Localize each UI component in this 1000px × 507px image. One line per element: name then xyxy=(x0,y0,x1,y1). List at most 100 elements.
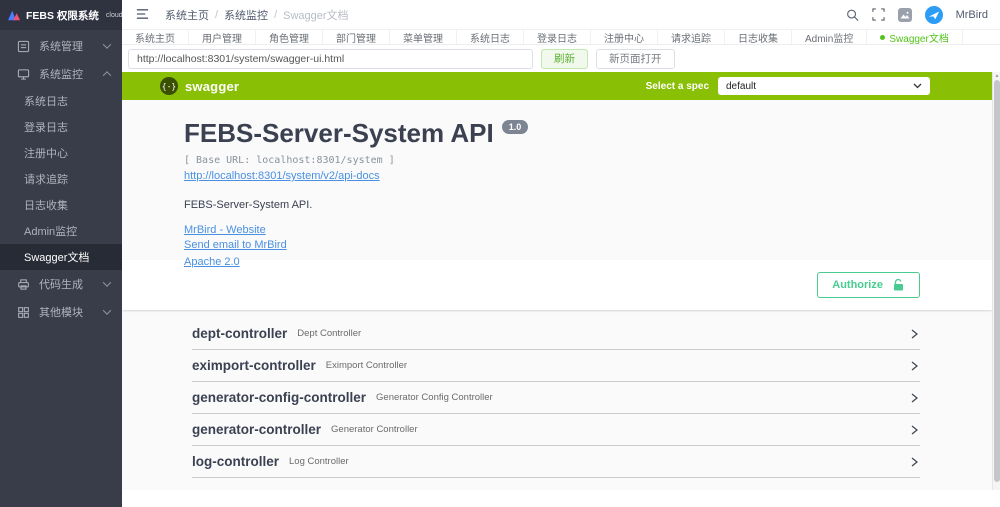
spec-select[interactable]: default xyxy=(718,77,930,95)
tab-login-log[interactable]: 登录日志 xyxy=(524,30,591,45)
expand-chevron-icon[interactable] xyxy=(908,456,920,468)
expand-chevron-icon[interactable] xyxy=(908,328,920,340)
expand-chevron-icon[interactable] xyxy=(908,424,920,436)
tab-label: 日志收集 xyxy=(738,33,778,45)
breadcrumb-monitor[interactable]: 系统监控 xyxy=(224,7,268,23)
controller-row-generator-config[interactable]: generator-config-controller Generator Co… xyxy=(192,382,920,414)
tab-label: 注册中心 xyxy=(604,33,644,45)
user-avatar[interactable] xyxy=(924,5,943,24)
controller-desc: Eximport Controller xyxy=(325,360,408,371)
api-description: FEBS-Server-System API. xyxy=(184,199,313,211)
sidebar-item-login-log[interactable]: 登录日志 xyxy=(0,114,122,140)
spec-selector: Select a spec default xyxy=(646,77,930,95)
sidebar-item-system-monitor[interactable]: 系统监控 xyxy=(0,60,122,88)
website-link[interactable]: MrBird - Website xyxy=(184,224,266,236)
tab-registry[interactable]: 注册中心 xyxy=(591,30,658,45)
tab-label: Admin监控 xyxy=(805,33,854,45)
unlock-icon xyxy=(894,278,903,291)
controller-row-dept[interactable]: dept-controller Dept Controller xyxy=(192,318,920,350)
sidebar-item-log-collect[interactable]: 日志收集 xyxy=(0,192,122,218)
authorize-button[interactable]: Authorize xyxy=(817,272,920,298)
api-title: FEBS-Server-System API xyxy=(184,118,494,148)
modules-icon xyxy=(17,306,30,319)
license-link[interactable]: Apache 2.0 xyxy=(184,256,240,268)
tab-role-manage[interactable]: 角色管理 xyxy=(256,30,323,45)
expand-chevron-icon[interactable] xyxy=(908,360,920,372)
refresh-button[interactable]: 刷新 xyxy=(541,48,588,69)
sidebar-item-label: 系统监控 xyxy=(39,69,83,81)
fullscreen-icon[interactable] xyxy=(871,8,885,21)
tab-admin-monitor[interactable]: Admin监控 xyxy=(792,30,868,45)
scroll-up-icon[interactable]: ▲ xyxy=(994,73,1000,79)
sidebar-item-code-generate[interactable]: 代码生成 xyxy=(0,270,122,298)
swagger-logo: {-} swagger xyxy=(160,77,239,95)
tab-user-manage[interactable]: 用户管理 xyxy=(189,30,256,45)
sidebar-item-system-log[interactable]: 系统日志 xyxy=(0,88,122,114)
scheme-container: Authorize xyxy=(122,260,992,310)
open-new-page-button[interactable]: 新页面打开 xyxy=(596,48,675,69)
chevron-down-icon xyxy=(102,40,112,49)
expand-chevron-icon[interactable] xyxy=(908,392,920,404)
sidebar-item-label: 代码生成 xyxy=(39,279,83,291)
theme-icon[interactable] xyxy=(897,7,912,22)
sidebar-item-other-modules[interactable]: 其他模块 xyxy=(0,298,122,326)
tab-swagger-doc[interactable]: Swagger文档 xyxy=(867,30,963,45)
sidebar-item-system-manage[interactable]: 系统管理 xyxy=(0,32,122,60)
url-input[interactable] xyxy=(128,48,533,69)
sidebar-menu: 系统管理 系统监控 系统日志 登录日志 注册中心 请求追踪 日志收集 Admin… xyxy=(0,30,122,326)
tab-home[interactable]: 系统主页 xyxy=(122,30,189,45)
controller-name: generator-config-controller xyxy=(192,390,367,405)
iframe-scrollbar[interactable]: ▲ xyxy=(992,72,1000,490)
app-logo[interactable]: FEBS 权限系统 cloud xyxy=(0,0,123,30)
form-icon xyxy=(17,40,30,53)
tab-system-log[interactable]: 系统日志 xyxy=(457,30,524,45)
sidebar-item-swagger-doc[interactable]: Swagger文档 xyxy=(0,244,122,270)
app-title-suffix: cloud xyxy=(105,11,123,19)
breadcrumb-current: Swagger文档 xyxy=(283,9,349,22)
sidebar-subitem-label: 系统日志 xyxy=(24,96,68,108)
tab-label: 菜单管理 xyxy=(403,33,443,45)
controller-name: generator-controller xyxy=(192,422,322,437)
sidebar-subitem-label: Admin监控 xyxy=(24,226,78,238)
sidebar-item-request-trace[interactable]: 请求追踪 xyxy=(0,166,122,192)
controller-desc: Generator Config Controller xyxy=(376,392,493,403)
api-info-section: FEBS-Server-System API 1.0 [ Base URL: l… xyxy=(122,100,992,268)
search-icon[interactable] xyxy=(846,8,859,21)
tab-label: 系统主页 xyxy=(135,33,175,45)
tab-label: 请求追踪 xyxy=(671,33,711,45)
controller-row-eximport[interactable]: eximport-controller Eximport Controller xyxy=(192,350,920,382)
controller-row-log[interactable]: log-controller Log Controller xyxy=(192,446,920,478)
swagger-topbar: {-} swagger Select a spec default xyxy=(122,72,992,100)
sidebar-item-registry[interactable]: 注册中心 xyxy=(0,140,122,166)
tab-log-collect[interactable]: 日志收集 xyxy=(725,30,792,45)
tab-label: 用户管理 xyxy=(202,33,242,45)
controller-row-generator[interactable]: generator-controller Generator Controlle… xyxy=(192,414,920,446)
tab-label: 登录日志 xyxy=(537,33,577,45)
sidebar: FEBS 权限系统 cloud 系统管理 系统监控 系统日志 登录日志 注册中心… xyxy=(0,0,123,507)
api-title-row: FEBS-Server-System API 1.0 xyxy=(184,118,930,149)
username[interactable]: MrBird xyxy=(956,9,988,21)
tab-label: 部门管理 xyxy=(336,33,376,45)
breadcrumb: 系统主页 / 系统监控 / Swagger文档 xyxy=(165,7,349,23)
scrollbar-thumb[interactable] xyxy=(994,80,1000,482)
base-url: [ Base URL: localhost:8301/system ] xyxy=(184,155,395,166)
chevron-down-icon xyxy=(102,278,112,287)
sidebar-item-admin-monitor[interactable]: Admin监控 xyxy=(0,218,122,244)
breadcrumb-home[interactable]: 系统主页 xyxy=(165,7,209,23)
chevron-up-icon xyxy=(102,71,112,80)
tab-menu-manage[interactable]: 菜单管理 xyxy=(390,30,457,45)
breadcrumb-separator: / xyxy=(215,8,219,21)
tab-request-trace[interactable]: 请求追踪 xyxy=(658,30,725,45)
controller-name: eximport-controller xyxy=(192,358,316,373)
hamburger-icon[interactable] xyxy=(136,8,149,21)
tab-dept-manage[interactable]: 部门管理 xyxy=(323,30,390,45)
api-docs-link[interactable]: http://localhost:8301/system/v2/api-docs xyxy=(184,170,380,182)
main-area: 系统主页 / 系统监控 / Swagger文档 MrBird 系统主页 用户管理… xyxy=(122,0,1000,507)
sidebar-subitem-label: 请求追踪 xyxy=(24,174,68,186)
active-dot-icon xyxy=(880,34,886,40)
controller-desc: Log Controller xyxy=(289,456,349,467)
chevron-down-icon xyxy=(102,306,112,315)
email-link[interactable]: Send email to MrBird xyxy=(184,239,287,251)
sidebar-item-label: 其他模块 xyxy=(39,307,83,319)
controller-name: log-controller xyxy=(192,454,279,469)
